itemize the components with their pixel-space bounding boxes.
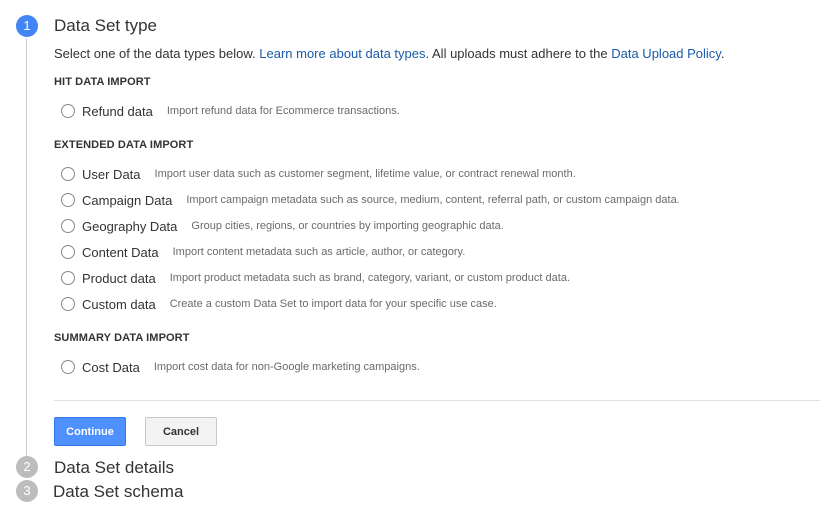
cancel-button[interactable]: Cancel (145, 417, 217, 446)
option-label: Campaign Data (82, 192, 173, 208)
stepper-line (26, 38, 27, 458)
option-description: Import user data such as customer segmen… (154, 168, 576, 180)
step-1-title: Data Set type (54, 16, 158, 35)
option-description: Import cost data for non-Google marketin… (153, 361, 420, 373)
radio-cost-data[interactable] (61, 360, 75, 374)
option-refund-data[interactable]: Refund data Import refund data for Ecomm… (61, 102, 400, 120)
option-label: Cost Data (82, 359, 140, 375)
radio-content-data[interactable] (61, 245, 75, 259)
option-description: Import refund data for Ecommerce transac… (166, 105, 400, 117)
extended-data-import-heading: EXTENDED DATA IMPORT (54, 139, 194, 151)
option-description: Import product metadata such as brand, c… (169, 272, 570, 284)
intro-text-middle: . All uploads must adhere to the (425, 46, 612, 61)
option-description: Import campaign metadata such as source,… (186, 194, 680, 206)
data-upload-policy-link[interactable]: Data Upload Policy (611, 46, 721, 61)
option-description: Create a custom Data Set to import data … (169, 298, 497, 310)
step-2-badge: 2 (16, 456, 38, 478)
option-geography-data[interactable]: Geography Data Group cities, regions, or… (61, 217, 504, 235)
option-user-data[interactable]: User Data Import user data such as custo… (61, 165, 576, 183)
radio-refund-data[interactable] (61, 104, 75, 118)
step-3-badge: 3 (16, 480, 38, 502)
learn-more-link[interactable]: Learn more about data types (259, 46, 425, 61)
intro-text: Select one of the data types below. Lear… (54, 46, 724, 61)
option-label: Custom data (82, 296, 156, 312)
option-label: Content Data (82, 244, 159, 260)
intro-text-before: Select one of the data types below. (54, 46, 260, 61)
option-content-data[interactable]: Content Data Import content metadata suc… (61, 243, 465, 261)
radio-product-data[interactable] (61, 271, 75, 285)
option-label: User Data (82, 166, 141, 182)
hit-data-import-heading: HIT DATA IMPORT (54, 76, 151, 88)
radio-geography-data[interactable] (61, 219, 75, 233)
radio-custom-data[interactable] (61, 297, 75, 311)
option-description: Group cities, regions, or countries by i… (191, 220, 504, 232)
option-campaign-data[interactable]: Campaign Data Import campaign metadata s… (61, 191, 680, 209)
data-import-wizard: 1 Data Set type Select one of the data t… (0, 0, 820, 512)
continue-button[interactable]: Continue (54, 417, 126, 446)
option-label: Refund data (82, 103, 153, 119)
radio-campaign-data[interactable] (61, 193, 75, 207)
summary-data-import-heading: SUMMARY DATA IMPORT (54, 332, 190, 344)
option-label: Geography Data (82, 218, 178, 234)
step-3-title[interactable]: Data Set schema (53, 482, 183, 502)
step-2-title[interactable]: Data Set details (54, 458, 174, 478)
option-description: Import content metadata such as article,… (172, 246, 466, 258)
intro-text-after: . (720, 46, 725, 61)
option-product-data[interactable]: Product data Import product metadata suc… (61, 269, 570, 287)
option-cost-data[interactable]: Cost Data Import cost data for non-Googl… (61, 358, 420, 376)
step-1-badge: 1 (16, 15, 38, 37)
section-divider (54, 400, 820, 401)
option-custom-data[interactable]: Custom data Create a custom Data Set to … (61, 295, 497, 313)
option-label: Product data (82, 270, 156, 286)
radio-user-data[interactable] (61, 167, 75, 181)
